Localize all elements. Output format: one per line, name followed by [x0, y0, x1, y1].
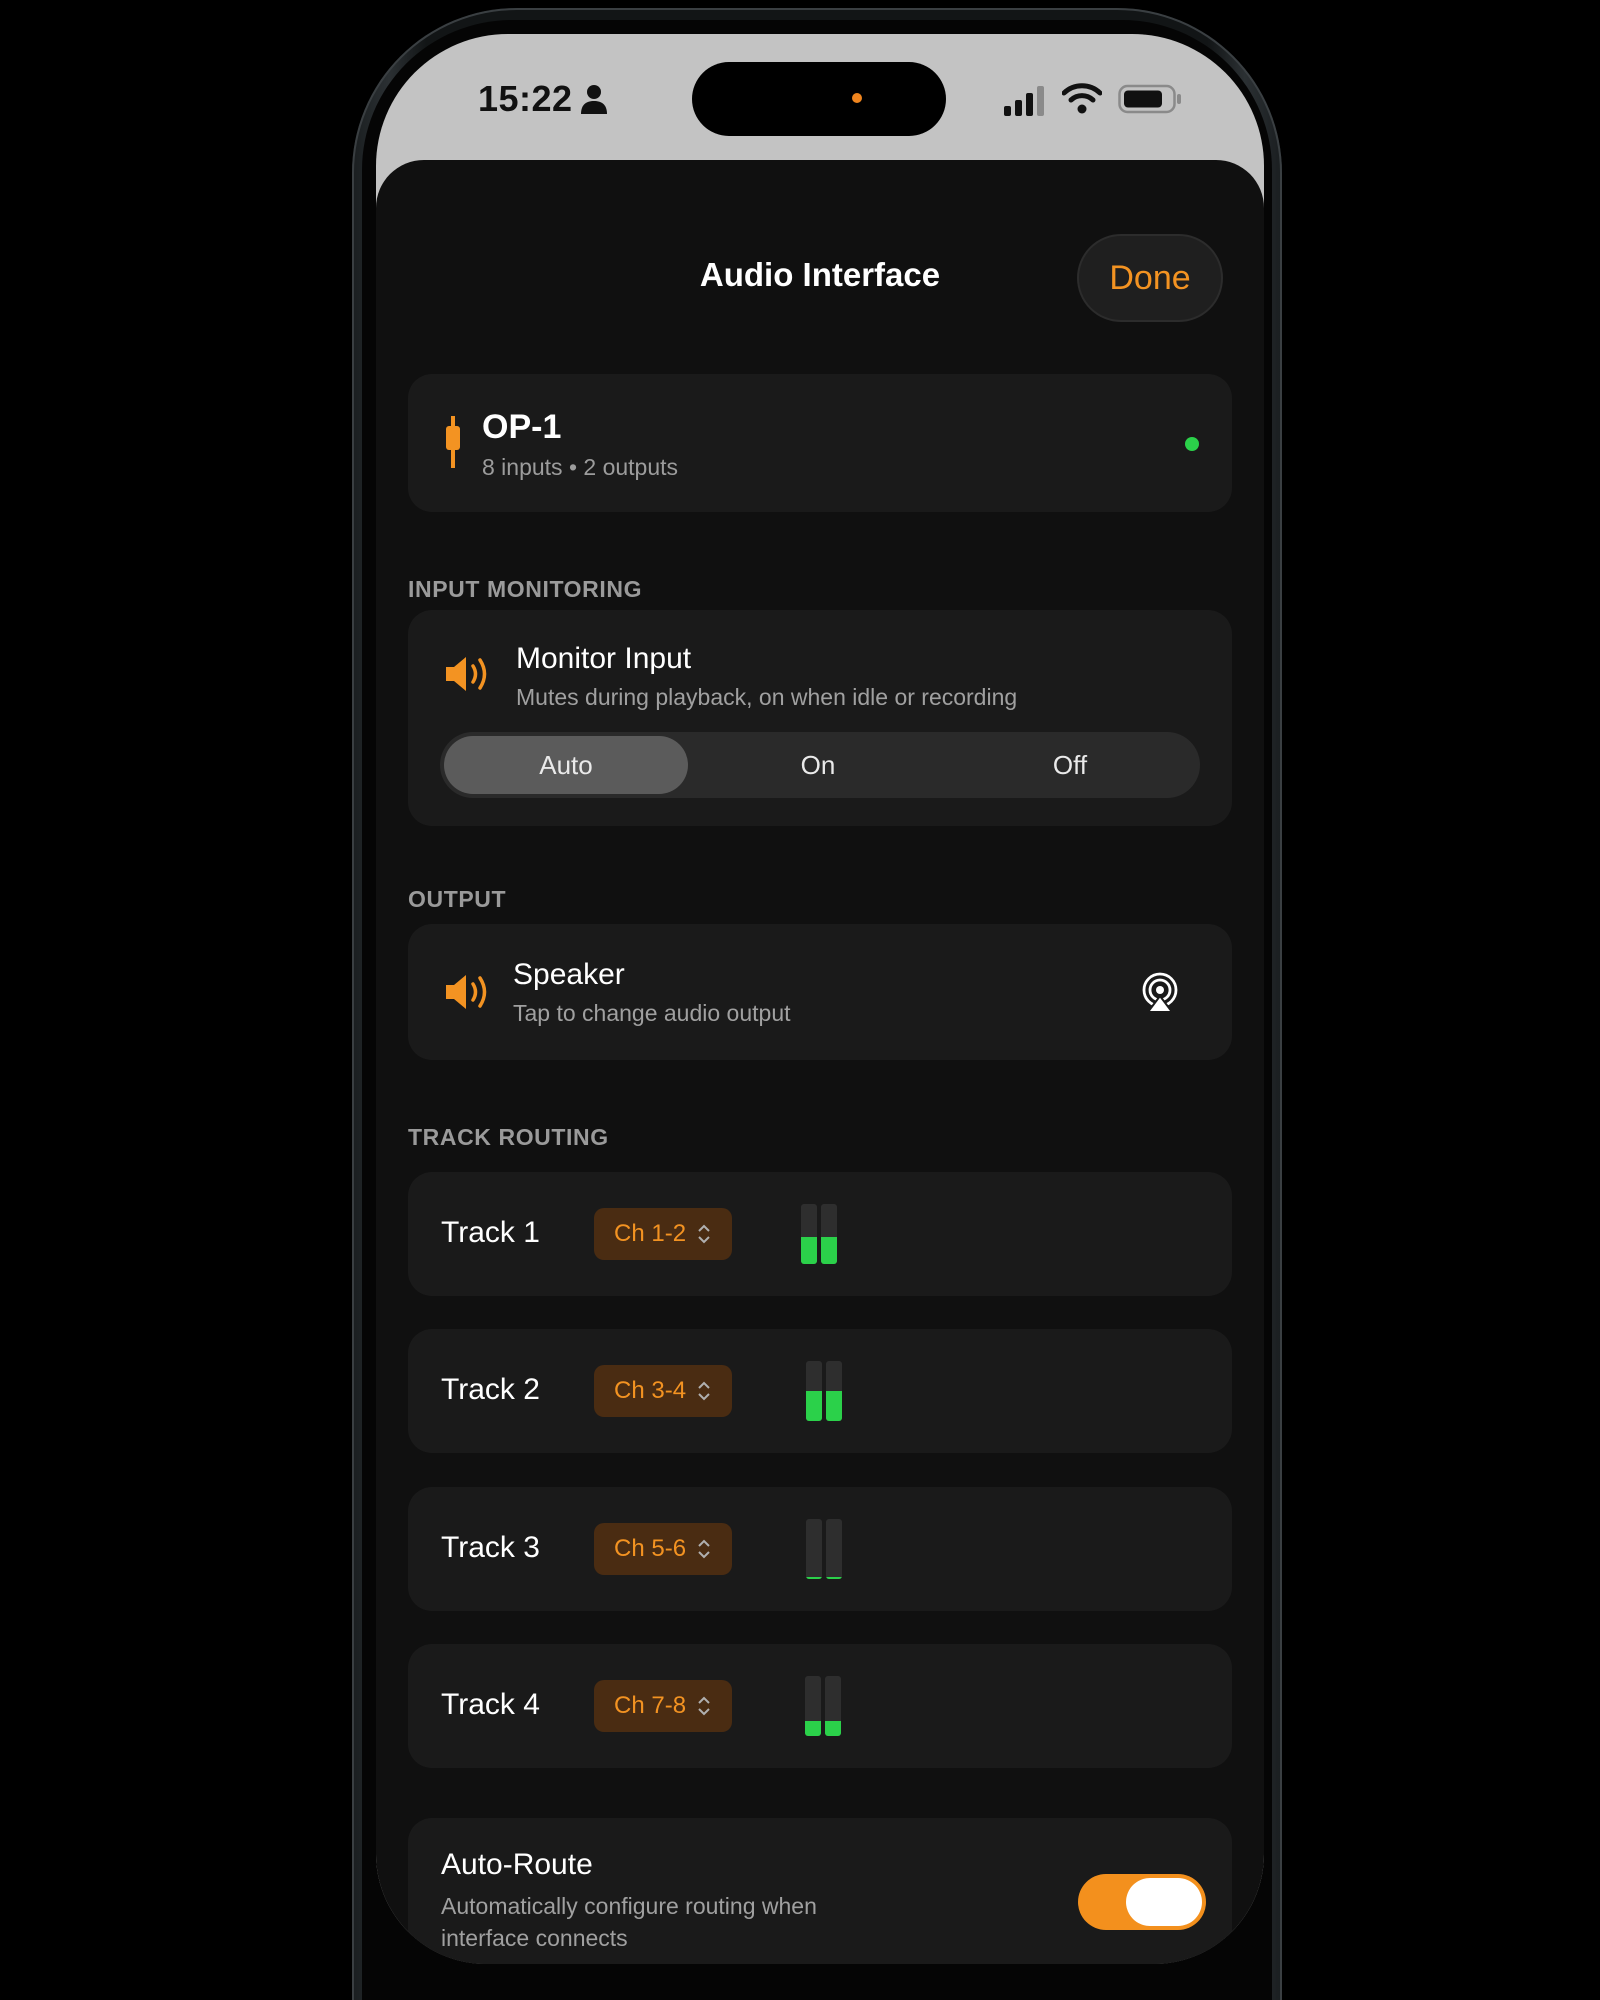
toggle-knob [1126, 1878, 1202, 1926]
channel-label: Ch 3-4 [614, 1377, 687, 1404]
cellular-signal-icon [1004, 86, 1044, 116]
monitor-input-subtitle: Mutes during playback, on when idle or r… [516, 684, 1018, 710]
level-meter-right [826, 1361, 842, 1421]
level-meter-left [806, 1361, 822, 1421]
section-output: OUTPUT [408, 886, 507, 912]
airplay-audio-icon[interactable] [1140, 972, 1180, 1012]
channel-label: Ch 5-6 [614, 1535, 687, 1562]
chevron-up-down-icon [698, 1539, 710, 1559]
status-bar: 15:22 [376, 34, 1264, 164]
output-subtitle: Tap to change audio output [513, 1000, 791, 1026]
channel-label: Ch 1-2 [614, 1220, 687, 1247]
auto-route-toggle[interactable] [1078, 1874, 1206, 1930]
section-input-monitoring: INPUT MONITORING [408, 576, 643, 602]
chevron-up-down-icon [698, 1381, 710, 1401]
level-meter-right [821, 1204, 837, 1264]
level-meter-left [801, 1204, 817, 1264]
track-row: Track 3 Ch 5-6 [408, 1487, 1232, 1611]
monitor-input-title: Monitor Input [516, 642, 692, 675]
segment-auto[interactable]: Auto [444, 736, 688, 794]
track-name: Track 4 [441, 1688, 540, 1721]
segment-off[interactable]: Off [944, 736, 1196, 794]
channel-picker[interactable]: Ch 5-6 [594, 1523, 733, 1575]
person-icon [581, 85, 607, 114]
device-specs: 8 inputs • 2 outputs [482, 454, 679, 480]
chevron-up-down-icon [698, 1696, 710, 1716]
device-name: OP-1 [482, 408, 562, 446]
chevron-up-down-icon [698, 1224, 710, 1244]
audio-interface-sheet: Audio Interface Done OP-1 8 inputs • 2 o… [376, 160, 1264, 1964]
channel-picker[interactable]: Ch 3-4 [594, 1365, 733, 1417]
track-row: Track 1 Ch 1-2 [408, 1172, 1232, 1296]
status-time: 15:22 [478, 78, 573, 119]
dynamic-island [692, 62, 946, 136]
segment-on[interactable]: On [692, 736, 944, 794]
level-meter-left [806, 1519, 822, 1579]
track-row: Track 2 Ch 3-4 [408, 1329, 1232, 1453]
output-title: Speaker [513, 958, 625, 991]
wifi-icon [1062, 83, 1102, 114]
auto-route-card: Auto-Route Automatically configure routi… [408, 1818, 1232, 1964]
track-row: Track 4 Ch 7-8 [408, 1644, 1232, 1768]
monitor-mode-segmented-control: Auto On Off [440, 732, 1200, 798]
plug-icon [446, 416, 460, 468]
channel-picker[interactable]: Ch 7-8 [594, 1680, 733, 1732]
auto-route-subtitle: Automatically configure routing when int… [441, 1893, 817, 1951]
done-button[interactable]: Done [1077, 234, 1223, 322]
level-meter-left [805, 1676, 821, 1736]
level-meter-right [826, 1519, 842, 1579]
auto-route-title: Auto-Route [441, 1848, 593, 1881]
speaker-icon [446, 657, 487, 691]
monitor-input-card: Monitor Input Mutes during playback, on … [408, 610, 1232, 826]
connected-status-dot [1185, 437, 1199, 451]
mic-indicator-icon [852, 93, 862, 103]
channel-picker[interactable]: Ch 1-2 [594, 1208, 733, 1260]
battery-icon [1118, 84, 1181, 114]
level-meter-right [825, 1676, 841, 1736]
device-card[interactable]: OP-1 8 inputs • 2 outputs [408, 374, 1232, 512]
track-name: Track 1 [441, 1216, 540, 1249]
speaker-icon [446, 975, 487, 1009]
channel-label: Ch 7-8 [614, 1692, 687, 1719]
section-track-routing: TRACK ROUTING [408, 1124, 609, 1150]
track-name: Track 2 [441, 1373, 540, 1406]
track-name: Track 3 [441, 1531, 540, 1564]
screen: 15:22 Audio Interface Done OP-1 8 inputs… [376, 34, 1264, 1964]
output-card[interactable]: Speaker Tap to change audio output [408, 924, 1232, 1060]
